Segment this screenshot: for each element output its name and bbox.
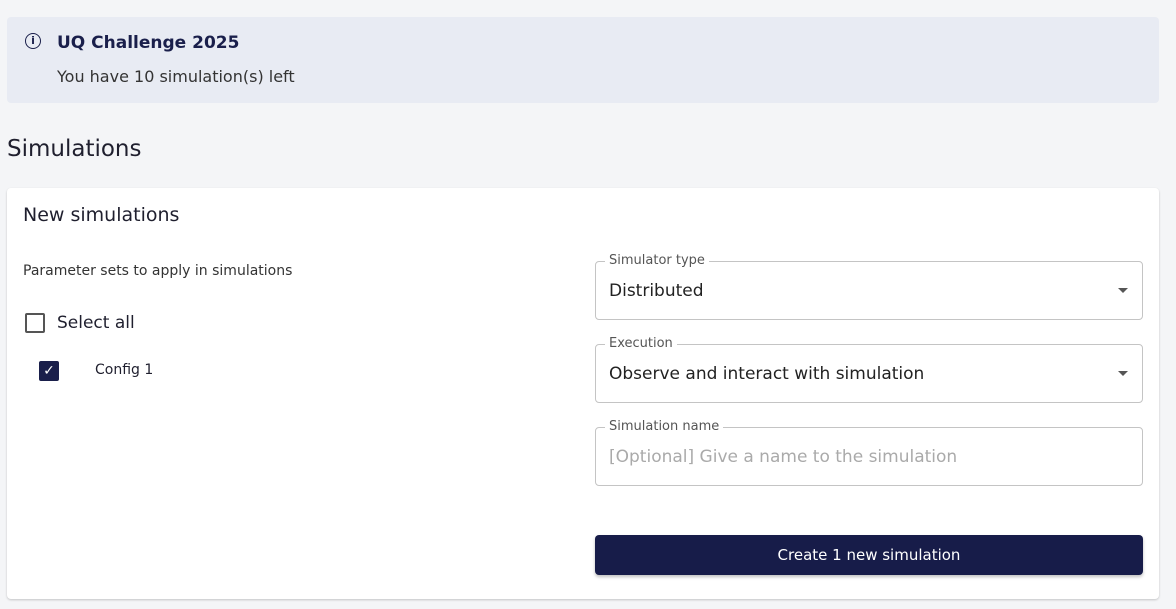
card-title: New simulations	[23, 204, 180, 226]
simulation-name-placeholder: [Optional] Give a name to the simulation	[609, 447, 958, 467]
simulator-type-label: Simulator type	[605, 253, 709, 268]
create-simulation-button[interactable]: Create 1 new simulation	[595, 535, 1143, 575]
chevron-down-icon	[1118, 288, 1128, 293]
config-1-label[interactable]: Config 1	[95, 362, 153, 378]
info-alert: i UQ Challenge 2025 You have 10 simulati…	[7, 17, 1159, 103]
simulator-type-value: Distributed	[609, 281, 704, 301]
config-1-checkbox[interactable]: ✓	[39, 361, 59, 381]
chevron-down-icon	[1118, 371, 1128, 376]
execution-value: Observe and interact with simulation	[609, 364, 925, 384]
execution-label: Execution	[605, 336, 677, 351]
alert-title: UQ Challenge 2025	[57, 33, 240, 53]
select-all-label[interactable]: Select all	[57, 313, 135, 333]
page-title: Simulations	[7, 136, 142, 162]
simulation-name-label: Simulation name	[605, 419, 724, 434]
simulator-type-select[interactable]: Simulator type Distributed	[595, 253, 1143, 320]
execution-select[interactable]: Execution Observe and interact with simu…	[595, 336, 1143, 403]
simulation-name-input[interactable]: Simulation name [Optional] Give a name t…	[595, 419, 1143, 486]
new-simulations-card: New simulations Parameter sets to apply …	[7, 188, 1159, 599]
parameter-sets-label: Parameter sets to apply in simulations	[23, 263, 293, 279]
select-all-checkbox[interactable]	[25, 313, 45, 333]
info-icon: i	[25, 33, 41, 49]
alert-message: You have 10 simulation(s) left	[57, 67, 295, 86]
